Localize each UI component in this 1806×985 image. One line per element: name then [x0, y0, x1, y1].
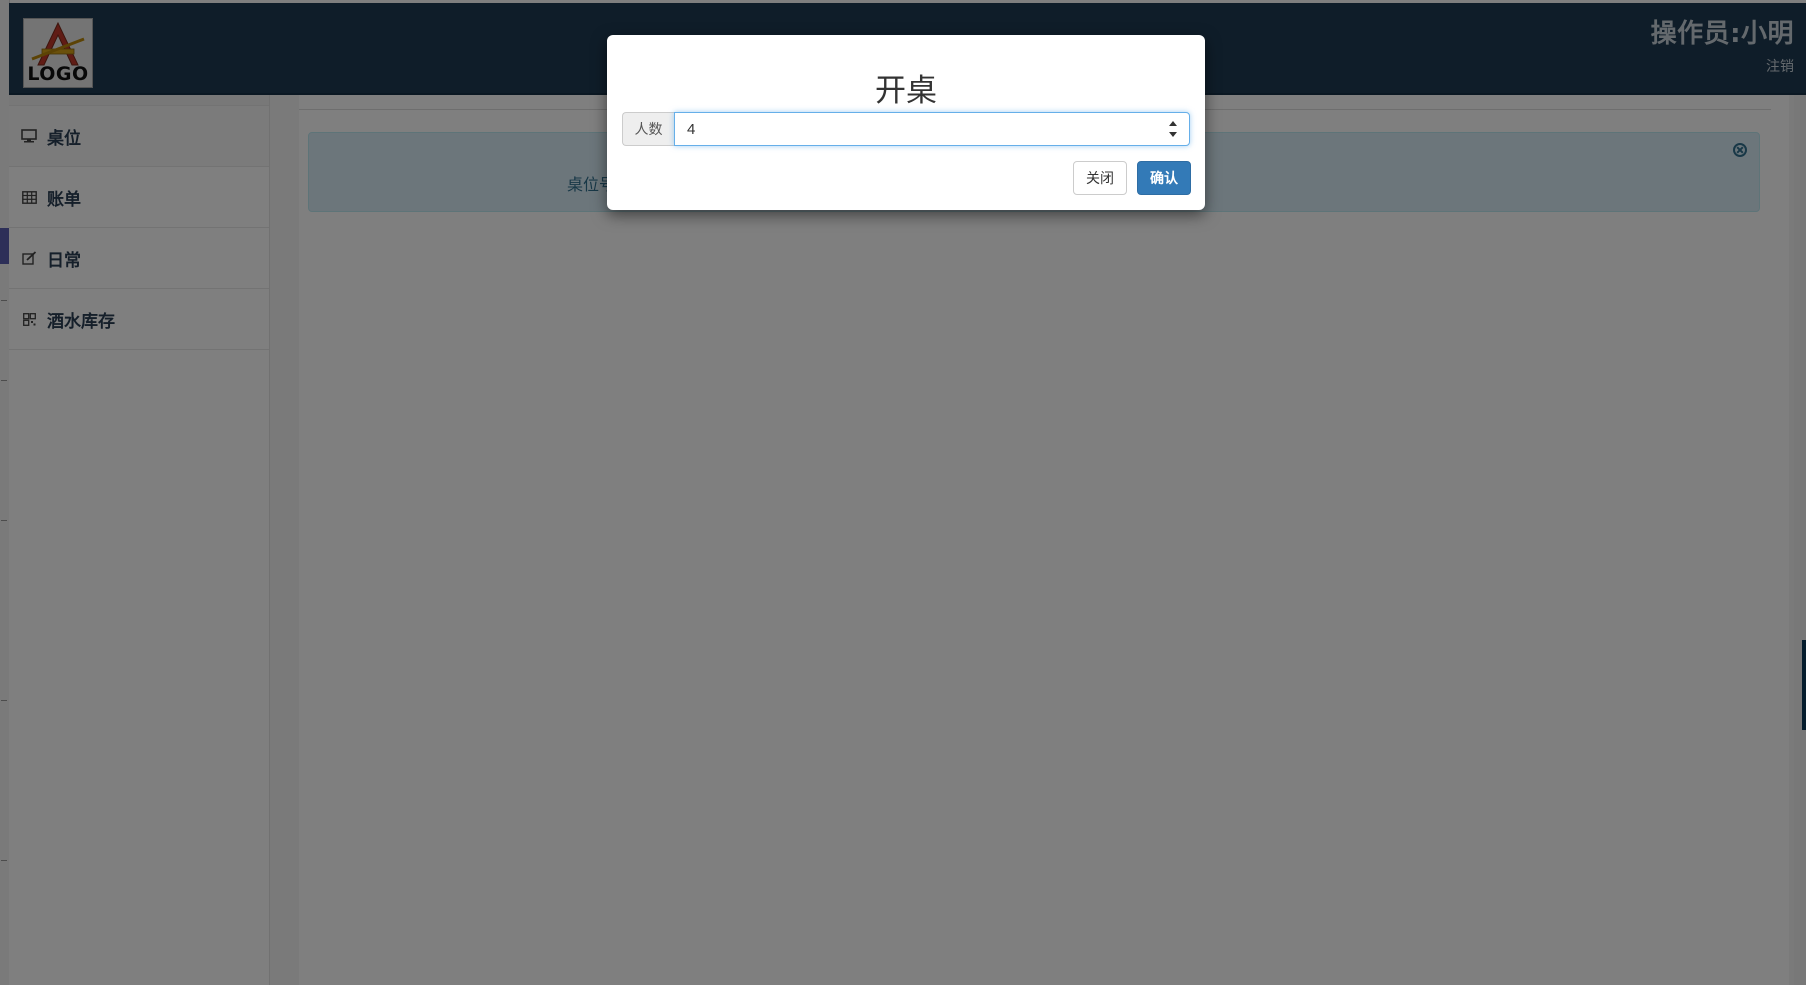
- people-count-input[interactable]: [674, 112, 1190, 146]
- open-table-dialog: 开桌 人数 关闭 确认: [607, 35, 1205, 210]
- number-spinner-icon[interactable]: [1168, 121, 1178, 137]
- close-button[interactable]: 关闭: [1073, 161, 1127, 195]
- confirm-button[interactable]: 确认: [1137, 161, 1191, 195]
- dialog-title: 开桌: [875, 73, 937, 109]
- people-input-group: 人数: [622, 112, 1190, 146]
- people-label: 人数: [622, 112, 674, 146]
